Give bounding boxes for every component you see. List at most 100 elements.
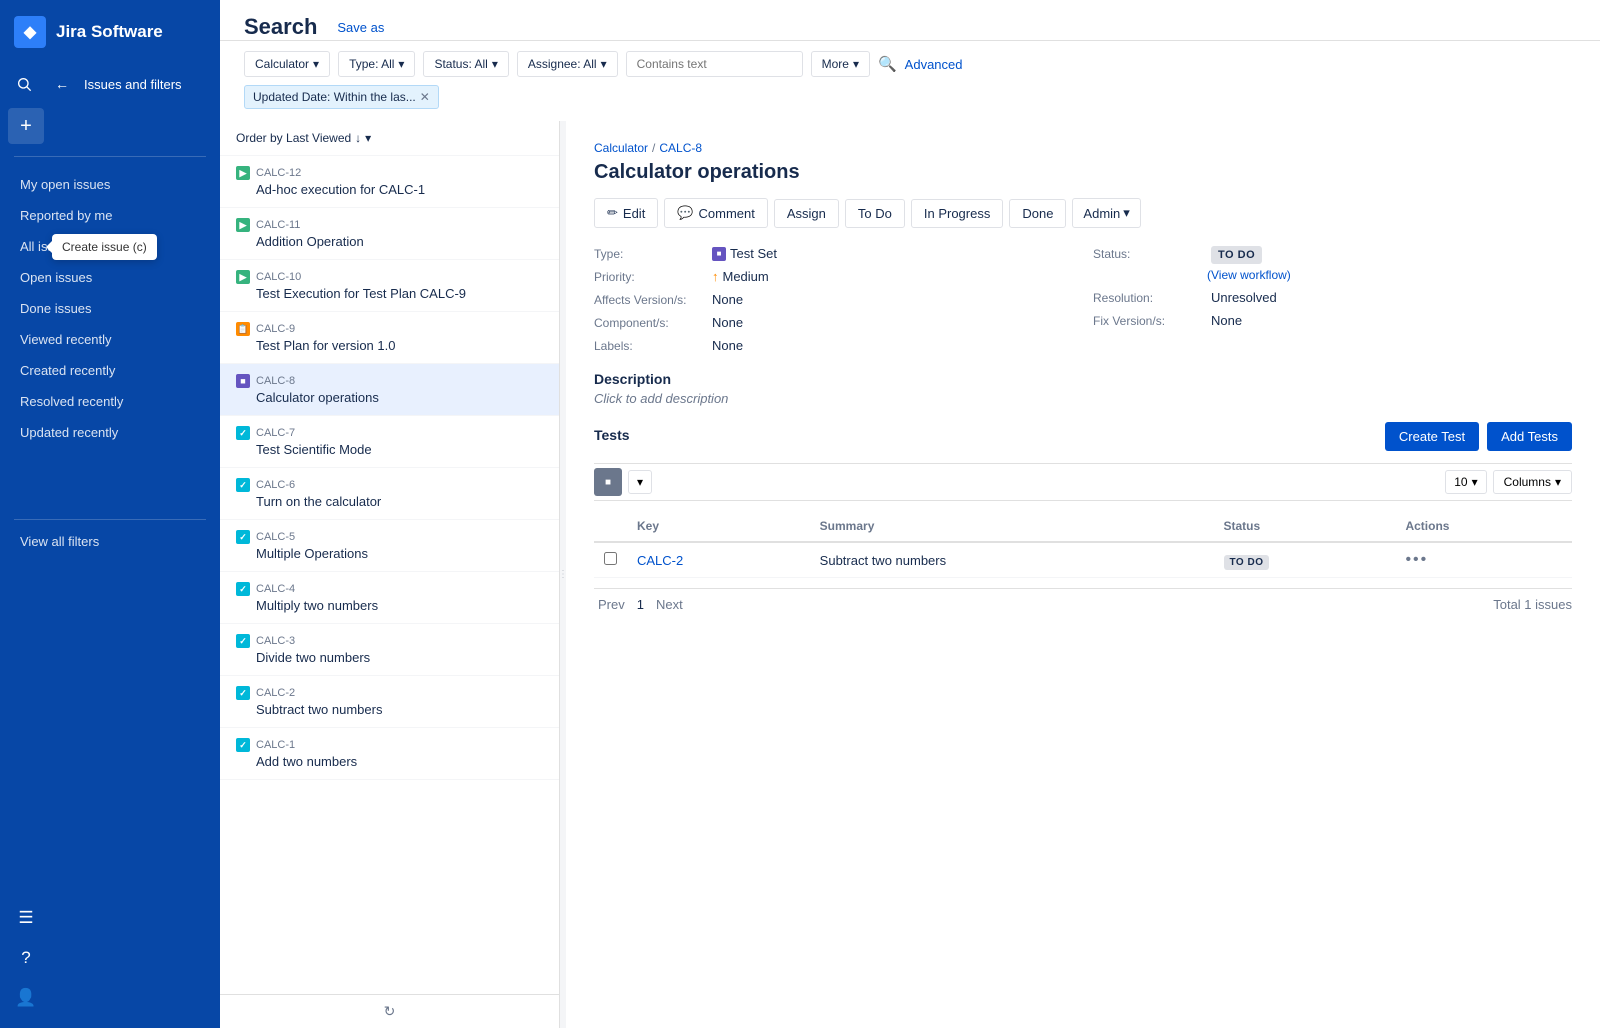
test-set-icon: ■ bbox=[712, 247, 726, 261]
type-filter[interactable]: Type: All ▾ bbox=[338, 51, 415, 77]
refresh-icon[interactable]: ↻ bbox=[384, 1003, 396, 1020]
issue-item-calc-1[interactable]: ✓ CALC-1 Add two numbers bbox=[220, 728, 559, 780]
labels-label: Labels: bbox=[594, 338, 704, 353]
row-actions-button[interactable]: ••• bbox=[1405, 551, 1428, 568]
hamburger-menu-icon[interactable]: ☰ bbox=[8, 900, 44, 936]
issue-item-calc-6[interactable]: ✓ CALC-6 Turn on the calculator bbox=[220, 468, 559, 520]
issue-item-calc-5[interactable]: ✓ CALC-5 Multiple Operations bbox=[220, 520, 559, 572]
issue-title-calc-5: Multiple Operations bbox=[236, 546, 543, 561]
filter-bar: Calculator ▾ Type: All ▾ Status: All ▾ A… bbox=[220, 41, 1600, 77]
sidebar-item-updated-recently[interactable]: Updated recently bbox=[0, 417, 220, 448]
calculator-filter[interactable]: Calculator ▾ bbox=[244, 51, 330, 77]
th-status: Status bbox=[1214, 511, 1396, 542]
remove-filter-button[interactable]: ✕ bbox=[420, 90, 430, 104]
more-filter-button[interactable]: More ▾ bbox=[811, 51, 870, 77]
type-value-text: Test Set bbox=[730, 246, 777, 261]
edit-button[interactable]: ✏ Edit bbox=[594, 198, 658, 228]
table-count-select[interactable]: 10 ▾ bbox=[1445, 470, 1486, 494]
table-dropdown-button[interactable]: ▾ bbox=[628, 470, 652, 494]
issue-title-calc-8: Calculator operations bbox=[236, 390, 543, 405]
content-split: Order by Last Viewed ↓ ▾ ▶ CALC-12 Ad-ho… bbox=[220, 121, 1600, 1028]
sidebar-nav: My open issues Reported by me All issues… bbox=[0, 165, 220, 511]
sidebar-item-my-open-issues[interactable]: My open issues bbox=[0, 169, 220, 200]
back-button[interactable]: ← bbox=[46, 68, 78, 100]
sidebar-item-done-issues[interactable]: Done issues bbox=[0, 293, 220, 324]
assignee-filter[interactable]: Assignee: All ▾ bbox=[517, 51, 618, 77]
edit-label: Edit bbox=[623, 206, 645, 221]
fields-grid: Type: ■ Test Set Priority: ↑ Medium bbox=[594, 246, 1572, 353]
breadcrumb-issue-link[interactable]: CALC-8 bbox=[659, 141, 702, 155]
add-tests-button[interactable]: Add Tests bbox=[1487, 422, 1572, 451]
breadcrumb-project-link[interactable]: Calculator bbox=[594, 141, 648, 155]
order-bar[interactable]: Order by Last Viewed ↓ ▾ bbox=[220, 121, 559, 156]
sidebar-divider-1 bbox=[14, 156, 206, 157]
issue-item-calc-3[interactable]: ✓ CALC-3 Divide two numbers bbox=[220, 624, 559, 676]
type-filter-label: Type: All bbox=[349, 57, 394, 71]
issue-item-calc-12[interactable]: ▶ CALC-12 Ad-hoc execution for CALC-1 bbox=[220, 156, 559, 208]
issue-list-panel: Order by Last Viewed ↓ ▾ ▶ CALC-12 Ad-ho… bbox=[220, 121, 560, 1028]
issue-item-calc-11[interactable]: ▶ CALC-11 Addition Operation bbox=[220, 208, 559, 260]
table-controls: ■ ▾ 10 ▾ Columns ▾ bbox=[594, 463, 1572, 501]
th-checkbox bbox=[594, 511, 627, 542]
priority-up-icon: ↑ bbox=[712, 269, 719, 284]
in-progress-button[interactable]: In Progress bbox=[911, 199, 1003, 228]
todo-button[interactable]: To Do bbox=[845, 199, 905, 228]
status-filter[interactable]: Status: All ▾ bbox=[423, 51, 508, 77]
issue-type-icon-calc-3: ✓ bbox=[236, 634, 250, 648]
contains-text-input[interactable] bbox=[626, 51, 803, 77]
nav-label-my-open-issues: My open issues bbox=[20, 177, 110, 192]
issue-type-icon-calc-10: ▶ bbox=[236, 270, 250, 284]
help-icon[interactable]: ? bbox=[8, 940, 44, 976]
sidebar-item-viewed-recently[interactable]: Viewed recently bbox=[0, 324, 220, 355]
issue-item-calc-9[interactable]: 📋 CALC-9 Test Plan for version 1.0 bbox=[220, 312, 559, 364]
done-button[interactable]: Done bbox=[1009, 199, 1066, 228]
save-as-button[interactable]: Save as bbox=[329, 16, 392, 39]
row-checkbox[interactable] bbox=[604, 552, 617, 565]
sidebar-item-resolved-recently[interactable]: Resolved recently bbox=[0, 386, 220, 417]
columns-button[interactable]: Columns ▾ bbox=[1493, 470, 1572, 494]
search-icon[interactable]: 🔍 bbox=[878, 55, 897, 73]
app-name: Jira Software bbox=[56, 22, 163, 42]
issue-item-calc-7[interactable]: ✓ CALC-7 Test Scientific Mode bbox=[220, 416, 559, 468]
chevron-down-icon-more: ▾ bbox=[853, 57, 859, 71]
row-key-link[interactable]: CALC-2 bbox=[637, 553, 683, 568]
issue-item-calc-2[interactable]: ✓ CALC-2 Subtract two numbers bbox=[220, 676, 559, 728]
issue-type-icon-calc-9: 📋 bbox=[236, 322, 250, 336]
type-label: Type: bbox=[594, 246, 704, 261]
total-issues-text: Total 1 issues bbox=[1493, 597, 1572, 612]
description-placeholder[interactable]: Click to add description bbox=[594, 391, 1572, 406]
breadcrumb-separator: / bbox=[652, 141, 655, 155]
next-page-button[interactable]: Next bbox=[652, 595, 687, 614]
admin-button[interactable]: Admin ▾ bbox=[1072, 198, 1140, 228]
sidebar: ◆ Jira Software ← Issues and filters + C… bbox=[0, 0, 220, 1028]
view-workflow-link[interactable]: (View workflow) bbox=[1207, 268, 1291, 282]
nav-label-created-recently: Created recently bbox=[20, 363, 115, 378]
current-page-number: 1 bbox=[637, 597, 644, 612]
issue-title-calc-6: Turn on the calculator bbox=[236, 494, 543, 509]
priority-value-text: Medium bbox=[723, 269, 769, 284]
field-row-workflow: (View workflow) bbox=[1207, 268, 1572, 282]
admin-label: Admin bbox=[1083, 206, 1120, 221]
advanced-link[interactable]: Advanced bbox=[905, 57, 963, 72]
order-by-label: Order by Last Viewed bbox=[236, 131, 351, 145]
create-test-button[interactable]: Create Test bbox=[1385, 422, 1479, 451]
issue-item-calc-8[interactable]: ■ CALC-8 Calculator operations bbox=[220, 364, 559, 416]
create-issue-button[interactable]: + bbox=[8, 108, 44, 144]
sidebar-item-open-issues[interactable]: Open issues bbox=[0, 262, 220, 293]
affects-label: Affects Version/s: bbox=[594, 292, 704, 307]
search-icon-btn[interactable] bbox=[8, 68, 40, 100]
description-section-title: Description bbox=[594, 371, 1572, 387]
table-checkbox-button[interactable]: ■ bbox=[594, 468, 622, 496]
prev-page-button[interactable]: Prev bbox=[594, 595, 629, 614]
user-icon[interactable]: 👤 bbox=[8, 980, 44, 1016]
field-row-fix-version: Fix Version/s: None bbox=[1093, 313, 1572, 328]
sidebar-item-reported-by-me[interactable]: Reported by me bbox=[0, 200, 220, 231]
view-all-filters-link[interactable]: View all filters bbox=[0, 528, 220, 555]
sidebar-nav-title: Issues and filters bbox=[84, 77, 182, 92]
sidebar-search-row: ← Issues and filters bbox=[0, 64, 220, 104]
sidebar-item-created-recently[interactable]: Created recently bbox=[0, 355, 220, 386]
assign-button[interactable]: Assign bbox=[774, 199, 839, 228]
issue-item-calc-4[interactable]: ✓ CALC-4 Multiply two numbers bbox=[220, 572, 559, 624]
issue-item-calc-10[interactable]: ▶ CALC-10 Test Execution for Test Plan C… bbox=[220, 260, 559, 312]
comment-button[interactable]: 💬 Comment bbox=[664, 198, 768, 228]
